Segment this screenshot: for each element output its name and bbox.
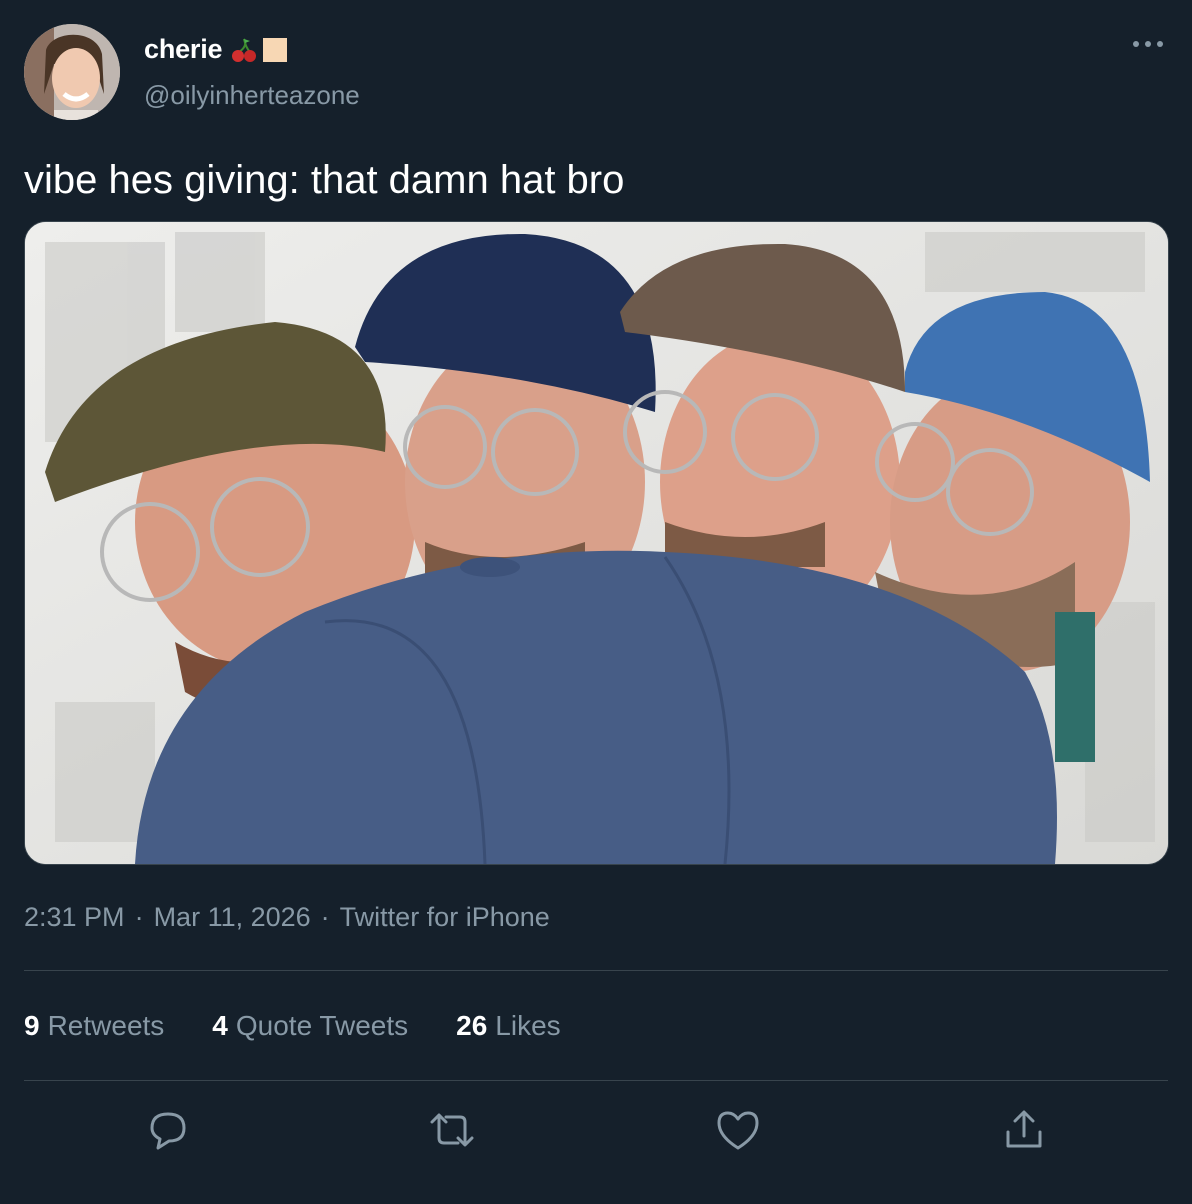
meta-separator: · bbox=[134, 902, 144, 932]
avatar[interactable] bbox=[24, 24, 120, 120]
more-icon bbox=[1133, 41, 1163, 47]
tweet-meta: 2:31 PM · Mar 11, 2026 · Twitter for iPh… bbox=[24, 902, 550, 933]
peach-square-emoji bbox=[263, 37, 288, 62]
tweet-photo bbox=[25, 222, 1168, 864]
tweet-time[interactable]: 2:31 PM bbox=[24, 902, 125, 933]
likes-label: Likes bbox=[495, 1010, 561, 1041]
like-button[interactable] bbox=[714, 1106, 762, 1154]
username-handle[interactable]: @oilyinherteazone bbox=[144, 80, 360, 111]
likes-stat[interactable]: 26 Likes bbox=[456, 1010, 561, 1042]
retweet-button[interactable] bbox=[428, 1106, 476, 1154]
divider bbox=[24, 970, 1168, 971]
more-button[interactable] bbox=[1130, 30, 1166, 58]
retweets-stat[interactable]: 9 Retweets bbox=[24, 1010, 164, 1042]
avatar-image bbox=[24, 24, 120, 120]
meta-separator: · bbox=[320, 902, 330, 932]
like-icon bbox=[717, 1111, 759, 1150]
retweet-icon bbox=[430, 1113, 474, 1147]
quote-tweets-count: 4 bbox=[212, 1010, 228, 1041]
likes-count: 26 bbox=[456, 1010, 488, 1041]
tweet-text: vibe hes giving: that damn hat bro bbox=[24, 158, 625, 202]
tweet-date[interactable]: Mar 11, 2026 bbox=[154, 902, 311, 933]
quote-tweets-label: Quote Tweets bbox=[235, 1010, 409, 1041]
tweet-stats: 9 Retweets 4 Quote Tweets 26 Likes bbox=[24, 1010, 561, 1042]
display-name[interactable]: cherie bbox=[144, 34, 223, 65]
divider bbox=[24, 1080, 1168, 1081]
share-icon bbox=[1006, 1110, 1042, 1148]
retweets-label: Retweets bbox=[47, 1010, 165, 1041]
reply-icon bbox=[150, 1112, 186, 1150]
cherries-emoji bbox=[232, 38, 257, 62]
share-button[interactable] bbox=[1000, 1106, 1048, 1154]
retweets-count: 9 bbox=[24, 1010, 40, 1041]
tweet-media[interactable] bbox=[24, 221, 1169, 865]
tweet-source[interactable]: Twitter for iPhone bbox=[340, 902, 550, 933]
quote-tweets-stat[interactable]: 4 Quote Tweets bbox=[212, 1010, 408, 1042]
reply-button[interactable] bbox=[144, 1106, 192, 1154]
